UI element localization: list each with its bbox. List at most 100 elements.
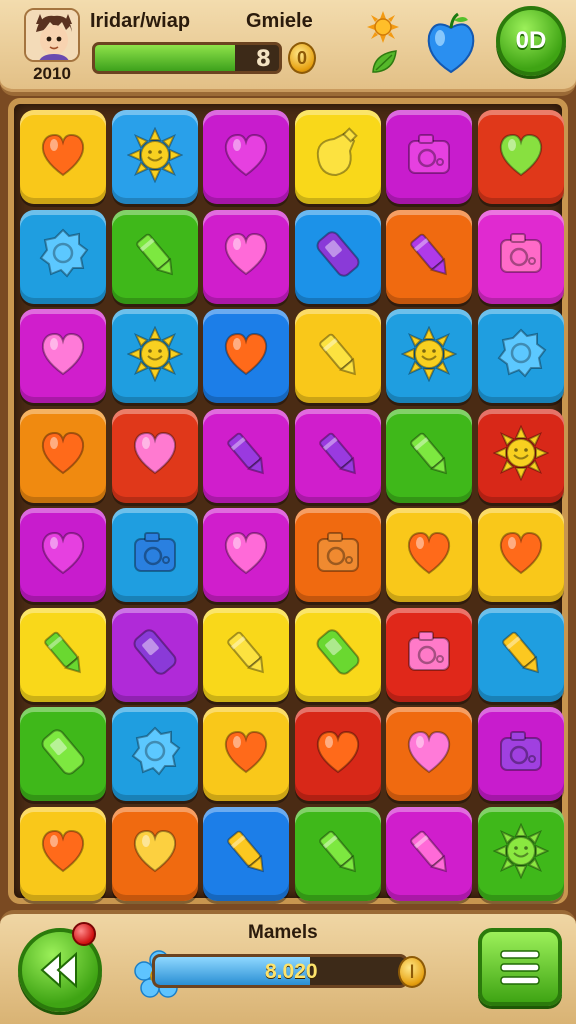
crayon-icon [401,823,457,884]
sun-icon [492,822,549,884]
xp-progress-fill [95,45,235,71]
leaf-icon[interactable] [370,48,400,81]
tile-heart[interactable] [203,508,289,602]
tile-badge[interactable] [477,309,564,403]
tile-heart[interactable] [203,110,289,204]
usb-icon [310,624,366,685]
xp-progress-value: 8 [255,47,271,72]
tile-heart[interactable] [20,110,106,204]
badge-icon [127,724,183,785]
tile-camera[interactable] [294,508,381,602]
tile-camera[interactable] [386,110,472,204]
heart-icon [127,425,183,486]
heart-icon [218,226,274,287]
tile-heart[interactable] [203,309,289,403]
tile-heart[interactable] [20,806,106,901]
usb-icon [35,724,91,785]
tile-camera[interactable] [477,209,564,304]
score-progress-bar: 8.020 [152,954,408,988]
crayon-icon [401,425,457,486]
heart-icon [35,823,91,884]
heart-icon [401,724,457,785]
tile-camera[interactable] [386,607,472,702]
xp-progress-bar: 8 [92,42,282,74]
sun-icon [400,325,458,387]
crayon-icon [127,226,183,287]
tile-heart[interactable] [294,707,381,801]
tile-camera[interactable] [477,707,564,801]
player-avatar[interactable] [24,8,80,62]
apple-icon[interactable] [424,12,478,81]
tile-heart[interactable] [477,508,564,602]
heart-icon [493,127,549,188]
tile-crayon[interactable] [294,309,381,403]
tile-crayon[interactable] [203,408,289,503]
sun-icon [126,325,183,387]
tile-heart[interactable] [203,707,289,801]
heart-icon [493,525,549,586]
crayon-icon [35,624,91,685]
tile-usb[interactable] [20,707,106,801]
crayon-icon [310,823,366,884]
tile-heart[interactable] [386,707,472,801]
tile-crayon[interactable] [20,607,106,702]
tile-sun[interactable] [386,309,472,403]
tile-crayon[interactable] [294,408,381,503]
camera-icon [401,127,457,188]
coin-icon: 0 [288,42,316,74]
tile-heart[interactable] [111,806,198,901]
tile-sun[interactable] [111,110,198,204]
tile-crayon[interactable] [111,209,198,304]
tile-heart[interactable] [20,408,106,503]
tile-heart[interactable] [20,309,106,403]
tile-sun[interactable] [477,806,564,901]
crayon-icon [218,425,274,486]
game-board [8,98,568,904]
camera-icon [127,525,183,586]
tile-heart[interactable] [386,508,472,602]
coin-icon-bottom: ǀ [398,956,426,988]
tile-crayon[interactable] [203,806,289,901]
tile-heart[interactable] [203,209,289,304]
heart-icon [218,127,274,188]
menu-button[interactable] [478,928,562,1006]
crayon-icon [218,823,274,884]
player-name: Iridar/wiap [90,10,191,32]
crayon-icon [401,226,457,287]
crayon-icon [218,624,274,685]
bottom-label: Mamels [248,922,318,943]
heart-icon [401,525,457,586]
crayon-icon [310,425,366,486]
heart-icon [218,525,274,586]
heart-icon [35,525,91,586]
menu-icon [500,950,540,985]
heart-icon [35,326,91,387]
crayon-icon [310,326,366,387]
tile-sun[interactable] [477,408,564,503]
notification-dot [72,922,96,946]
tile-crayon[interactable] [386,209,472,304]
tile-crayon[interactable] [203,607,289,702]
tile-camera[interactable] [111,508,198,602]
tile-bottle[interactable] [294,110,381,204]
score-value: 8.020 [265,960,318,983]
tile-heart[interactable] [477,110,564,204]
tile-heart[interactable] [111,408,198,503]
tile-crayon[interactable] [386,806,472,901]
back-arrow-icon [40,951,77,989]
tile-crayon[interactable] [294,806,381,901]
tile-badge[interactable] [20,209,106,304]
tile-heart[interactable] [20,508,106,602]
tile-crayon[interactable] [386,408,472,503]
tile-usb[interactable] [294,209,381,304]
tile-badge[interactable] [111,707,198,801]
top-right-button[interactable]: 0D [496,6,566,76]
tile-sun[interactable] [111,309,198,403]
crayon-icon [493,624,549,685]
camera-icon [310,525,366,586]
usb-icon [310,226,366,287]
tile-usb[interactable] [111,607,198,702]
tile-crayon[interactable] [477,607,564,702]
sun-icon[interactable] [366,10,400,49]
tile-usb[interactable] [294,607,381,702]
